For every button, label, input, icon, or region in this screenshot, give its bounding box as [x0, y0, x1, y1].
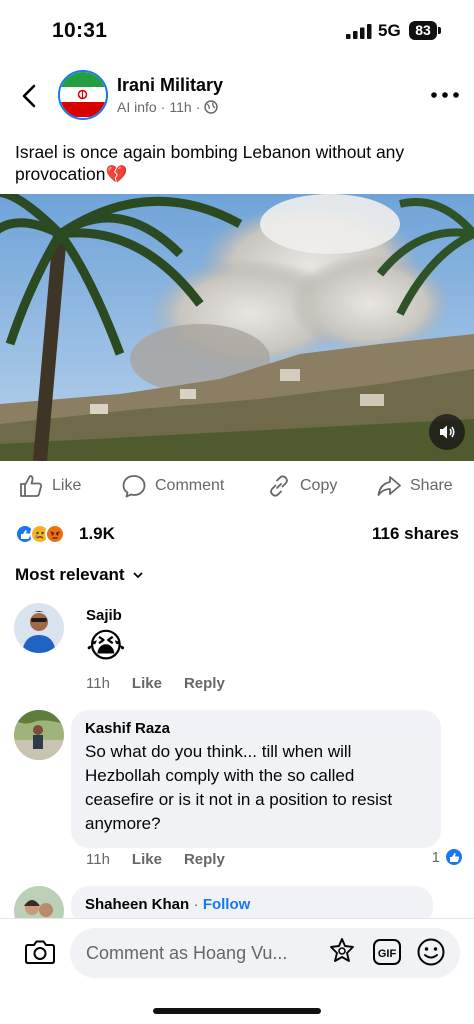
avatar-sticker-icon[interactable]	[326, 936, 358, 968]
comment-meta: 11h Like Reply	[86, 675, 225, 692]
like-count-value: 1	[431, 848, 440, 866]
share-icon	[377, 476, 401, 496]
angry-reaction-icon	[45, 524, 65, 544]
network-type: 5G	[378, 21, 401, 40]
avatar[interactable]	[14, 603, 64, 653]
avatar[interactable]	[14, 710, 64, 760]
follow-button[interactable]: Follow	[203, 896, 251, 913]
chevron-down-icon	[132, 571, 143, 578]
page-name[interactable]: Irani Military	[117, 75, 223, 96]
name-separator: ·	[193, 896, 203, 913]
signal-icon	[346, 24, 372, 39]
comment-label: Comment	[155, 477, 225, 494]
reactions-row[interactable]: 1.9K 116 shares	[15, 520, 459, 548]
battery-icon: 83	[409, 21, 437, 40]
post-actions: Like Comment Copy Share	[0, 468, 474, 504]
share-label: Share	[410, 477, 453, 494]
emoji-icon[interactable]	[415, 936, 447, 968]
like-label: Like	[52, 477, 82, 494]
back-icon[interactable]	[14, 80, 46, 112]
reaction-count: 1.9K	[79, 524, 115, 543]
post-text: Israel is once again bombing Lebanon wit…	[15, 141, 455, 185]
avatar-image	[14, 710, 64, 760]
comment-time: 11h	[86, 851, 110, 868]
battery-tip	[438, 27, 441, 34]
comment-button[interactable]: Comment	[121, 468, 224, 504]
share-button[interactable]: Share	[376, 468, 453, 504]
comment-text: 😭	[86, 627, 126, 665]
post-caption: Israel is once again bombing Lebanon wit…	[15, 142, 405, 184]
commenter-name[interactable]: Sajib	[86, 607, 122, 624]
ai-info-label[interactable]: AI info	[117, 99, 157, 115]
copy-label: Copy	[300, 477, 338, 494]
sort-label: Most relevant	[15, 565, 125, 584]
comment-sort[interactable]: Most relevant	[15, 565, 143, 585]
comment-reply-button[interactable]: Reply	[184, 851, 225, 868]
like-reaction-icon	[444, 847, 464, 867]
avatar-image	[14, 603, 64, 653]
comment-icon	[122, 475, 146, 498]
comment-like-button[interactable]: Like	[132, 675, 162, 692]
share-count[interactable]: 116 shares	[372, 524, 459, 544]
commenter-name[interactable]: Kashif Raza	[85, 720, 427, 737]
volume-button[interactable]	[429, 414, 465, 450]
post-time: 11h	[169, 99, 192, 115]
page-avatar[interactable]	[58, 70, 108, 120]
more-icon[interactable]	[430, 88, 460, 102]
comment-meta: 11h Like Reply	[86, 851, 225, 868]
post-video[interactable]	[0, 194, 474, 461]
broken-heart-emoji: 💔	[105, 164, 128, 184]
reaction-icons	[15, 524, 65, 544]
comment-time: 11h	[86, 675, 110, 692]
copy-icon	[270, 475, 288, 497]
comment-like-button[interactable]: Like	[132, 851, 162, 868]
volume-icon	[440, 425, 455, 439]
home-indicator	[153, 1008, 321, 1014]
commenter-name[interactable]: Shaheen Khan	[85, 896, 189, 913]
post-header: Irani Military AI info · 11h ·	[0, 66, 474, 128]
post-meta: AI info · 11h ·	[117, 99, 219, 115]
gif-icon[interactable]: GIF	[371, 936, 403, 968]
comment-bubble: Kashif Raza So what do you think... till…	[71, 710, 441, 848]
comment-text: So what do you think... till when will H…	[85, 742, 393, 833]
video-frame	[0, 194, 474, 461]
iran-flag-image	[60, 72, 105, 117]
comment-like-count[interactable]: 1	[432, 847, 464, 867]
like-icon	[20, 475, 42, 497]
meta-separator: ·	[160, 99, 166, 115]
comment-reply-button[interactable]: Reply	[184, 675, 225, 692]
status-time: 10:31	[52, 19, 108, 42]
camera-icon[interactable]	[24, 937, 56, 967]
svg-text:GIF: GIF	[378, 948, 397, 960]
copy-button[interactable]: Copy	[266, 468, 337, 504]
globe-icon	[204, 100, 219, 114]
meta-separator: ·	[195, 99, 201, 115]
status-bar: 10:31 5G 83	[0, 0, 474, 60]
like-button[interactable]: Like	[18, 468, 81, 504]
